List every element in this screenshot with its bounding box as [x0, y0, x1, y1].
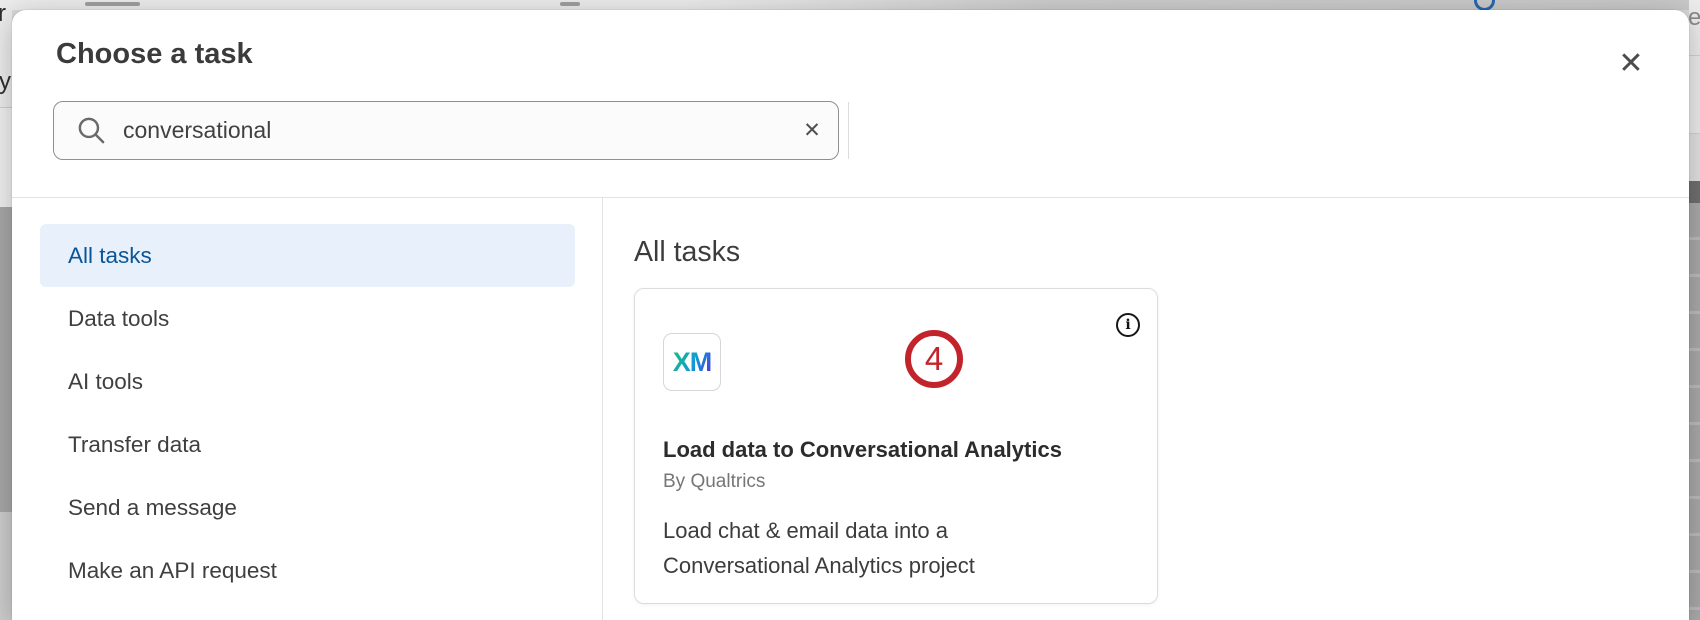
background-clipped-text: y	[0, 68, 11, 96]
background-left-edge	[0, 207, 12, 512]
background-left-edge	[0, 512, 12, 620]
info-button[interactable]: i	[1116, 313, 1140, 337]
info-icon: i	[1125, 317, 1130, 333]
scrollbar-thumb[interactable]	[1689, 181, 1700, 203]
task-card-byline: By Qualtrics	[663, 471, 765, 493]
sidebar-item-all-tasks[interactable]: All tasks	[40, 224, 575, 287]
background-right-edge	[1689, 203, 1700, 620]
search-icon	[76, 115, 107, 146]
clear-icon: ✕	[803, 118, 821, 143]
close-icon: ✕	[1618, 46, 1643, 81]
task-card-title: Load data to Conversational Analytics	[663, 437, 1133, 463]
sidebar-item-label: Make an API request	[68, 558, 277, 584]
clear-search-button[interactable]: ✕	[792, 111, 832, 151]
results-heading: All tasks	[634, 236, 740, 269]
background-text-fragment	[560, 2, 580, 6]
qualtrics-xm-logo: XM	[663, 333, 721, 391]
search-input-value: conversational	[123, 117, 792, 144]
search-input[interactable]: conversational ✕	[53, 101, 839, 160]
close-button[interactable]: ✕	[1608, 40, 1654, 86]
xm-logo-text: XM	[673, 347, 712, 378]
background-right-edge	[1689, 56, 1700, 133]
background-clipped-text: r	[0, 0, 6, 28]
header-divider	[12, 197, 1689, 198]
annotation-number: 4	[925, 340, 943, 378]
search-side-divider	[848, 102, 849, 159]
task-card-description: Load chat & email data into a Conversati…	[663, 513, 1033, 583]
sidebar-item-label: Send a message	[68, 495, 237, 521]
background-right-edge: e	[1689, 0, 1700, 55]
sidebar-item-send-a-message[interactable]: Send a message	[40, 476, 575, 539]
task-category-sidebar: All tasks Data tools AI tools Transfer d…	[40, 224, 575, 602]
pane-divider	[602, 198, 603, 620]
background-page-top-strip	[12, 0, 1689, 10]
choose-task-modal: Choose a task ✕ conversational ✕ All tas…	[12, 10, 1689, 620]
background-right-edge	[1689, 134, 1700, 181]
sidebar-item-make-an-api-request[interactable]: Make an API request	[40, 539, 575, 602]
modal-title: Choose a task	[56, 38, 253, 71]
annotation-click-target-badge: 4	[905, 330, 963, 388]
sidebar-item-transfer-data[interactable]: Transfer data	[40, 413, 575, 476]
sidebar-item-ai-tools[interactable]: AI tools	[40, 350, 575, 413]
sidebar-item-label: Transfer data	[68, 432, 201, 458]
background-left-edge: r y	[0, 0, 12, 107]
background-left-edge	[0, 108, 12, 207]
background-clipped-text: e	[1689, 4, 1700, 32]
task-card-load-data-to-conversational-analytics[interactable]: XM 4 i Load data to Conversational Analy…	[634, 288, 1158, 604]
sidebar-item-label: AI tools	[68, 369, 143, 395]
sidebar-item-label: Data tools	[68, 306, 169, 332]
sidebar-item-label: All tasks	[68, 243, 152, 269]
sidebar-item-data-tools[interactable]: Data tools	[40, 287, 575, 350]
background-text-fragment	[85, 2, 140, 6]
